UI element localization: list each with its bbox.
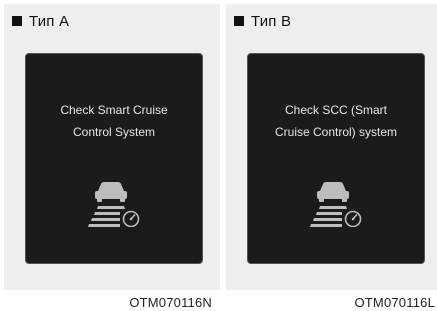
- square-bullet-icon: [12, 16, 22, 26]
- cluster-display-a: Check Smart Cruise Control System: [25, 53, 203, 264]
- warning-message-b: Check SCC (Smart Cruise Control) system: [254, 99, 418, 143]
- panel-type-a: Тип A Check Smart Cruise Control System: [4, 4, 220, 290]
- warning-message-b-line2: Cruise Control) system: [274, 125, 398, 139]
- manual-figure: Тип A Check Smart Cruise Control System: [0, 0, 437, 311]
- warning-message-a-line1: Check Smart Cruise: [60, 103, 168, 117]
- type-a-label: Тип A: [29, 12, 70, 30]
- smart-cruise-control-warning-icon: [88, 182, 140, 227]
- warning-message-a: Check Smart Cruise Control System: [32, 99, 196, 143]
- square-bullet-icon: [234, 16, 244, 26]
- smart-cruise-control-warning-icon: [310, 182, 362, 227]
- image-code-b: OTM070116L: [354, 295, 435, 310]
- warning-message-b-line1: Check SCC (Smart: [284, 103, 388, 117]
- type-a-header: Тип A: [12, 12, 69, 30]
- type-b-header: Тип B: [234, 12, 291, 30]
- type-b-label: Тип B: [251, 12, 292, 30]
- cluster-display-b: Check SCC (Smart Cruise Control) system: [247, 53, 425, 264]
- panel-type-b: Тип B Check SCC (Smart Cruise Control) s…: [226, 4, 437, 290]
- warning-message-a-line2: Control System: [72, 125, 156, 139]
- image-code-a: OTM070116N: [129, 295, 212, 310]
